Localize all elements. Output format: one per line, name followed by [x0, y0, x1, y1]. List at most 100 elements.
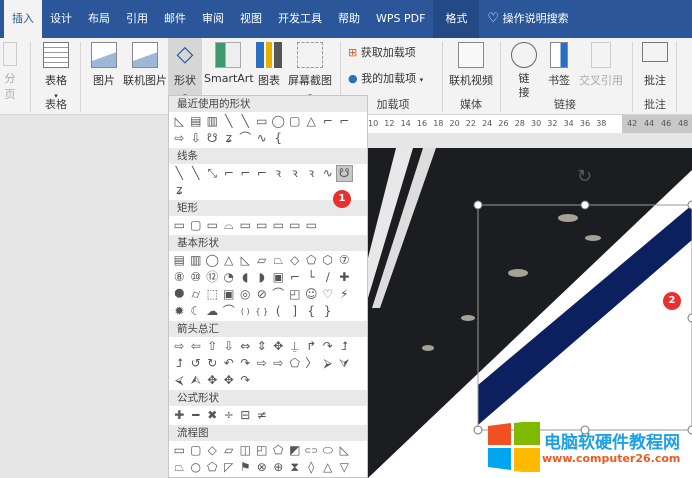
bookmark-button[interactable]: 书签 — [545, 42, 573, 88]
shape-item-icon[interactable]: ⤡ — [204, 165, 221, 182]
shape-item-icon[interactable]: ⮥ — [336, 338, 353, 355]
shape-item-icon[interactable]: ☁ — [204, 303, 221, 320]
shape-item-icon[interactable]: ▥ — [188, 252, 205, 269]
shape-item-icon[interactable]: ⇨ — [171, 338, 188, 355]
tab-wps-pdf[interactable]: WPS PDF — [368, 0, 433, 38]
shape-item-icon[interactable]: ▭ — [270, 217, 287, 234]
tab-review[interactable]: 审阅 — [194, 0, 232, 38]
shape-item-icon[interactable]: ▭ — [204, 217, 221, 234]
tab-design[interactable]: 设计 — [42, 0, 80, 38]
shape-item-icon[interactable]: ⬠ — [270, 442, 287, 459]
cross-reference-button[interactable]: 交叉引用 — [578, 42, 624, 88]
online-video-button[interactable]: 联机视频 — [448, 42, 494, 88]
shape-item-icon[interactable]: ( ) — [237, 303, 254, 320]
shape-item-icon[interactable]: ⑩ — [188, 269, 205, 286]
shape-item-icon[interactable]: ▢ — [188, 217, 205, 234]
shape-item-icon[interactable]: ▽ — [336, 459, 353, 476]
shape-item-icon[interactable]: ∿ — [320, 165, 337, 182]
shape-item-icon[interactable]: △ — [221, 252, 238, 269]
shape-item-icon[interactable]: ✥ — [270, 338, 287, 355]
shape-item-icon[interactable]: ✹ — [171, 303, 188, 320]
shape-item-icon[interactable]: ◖ — [237, 269, 254, 286]
shape-item-icon[interactable]: ⮘ — [171, 372, 188, 389]
shape-item-icon[interactable]: ◫ — [237, 442, 254, 459]
shape-item-icon[interactable]: { — [303, 303, 320, 320]
shape-item-icon[interactable]: ↶ — [221, 355, 238, 372]
shape-item-icon[interactable]: ◺ — [336, 442, 353, 459]
shape-item-icon[interactable]: ✚ — [171, 407, 188, 424]
comment-button[interactable]: 批注 — [640, 42, 670, 88]
shape-item-icon[interactable]: ╲ — [221, 113, 238, 130]
shape-item-icon[interactable]: ↺ — [188, 355, 205, 372]
shape-item-icon[interactable]: ⇦ — [188, 338, 205, 355]
shape-item-icon[interactable]: ⑧ — [171, 269, 188, 286]
shape-item-icon[interactable]: 〉 — [303, 355, 320, 372]
page-break-button[interactable]: 分页 — [0, 42, 20, 102]
shape-item-icon[interactable]: ⚑ — [237, 459, 254, 476]
shape-item-icon[interactable]: ꝛ — [287, 165, 304, 182]
shape-item-icon[interactable]: ⑫ — [204, 269, 221, 286]
shape-item-icon[interactable]: └ — [303, 269, 320, 286]
tab-mailings[interactable]: 邮件 — [156, 0, 194, 38]
shape-item-icon[interactable]: ☋ — [336, 165, 353, 182]
shape-item-icon[interactable]: ⬠ — [204, 459, 221, 476]
shape-item-icon[interactable]: ʑ — [221, 130, 238, 147]
shape-item-icon[interactable]: ☋ — [204, 130, 221, 147]
shape-item-icon[interactable]: ▣ — [270, 269, 287, 286]
tab-developer[interactable]: 开发工具 — [270, 0, 330, 38]
shape-item-icon[interactable]: ⇕ — [254, 338, 271, 355]
shape-item-icon[interactable]: ◩ — [287, 442, 304, 459]
shape-item-icon[interactable]: ⇨ — [270, 355, 287, 372]
shape-item-icon[interactable]: ⌐ — [237, 165, 254, 182]
shape-item-icon[interactable]: ◗ — [254, 269, 271, 286]
shape-item-icon[interactable]: { — [270, 130, 287, 147]
shape-item-icon[interactable]: ▭ — [171, 217, 188, 234]
shape-item-icon[interactable]: ⇨ — [254, 355, 271, 372]
shape-item-icon[interactable]: ⇩ — [188, 130, 205, 147]
shape-item-icon[interactable]: ▭ — [237, 217, 254, 234]
shapes-button[interactable]: ◇形状▾ — [168, 38, 202, 100]
shape-item-icon[interactable]: ◺ — [171, 113, 188, 130]
shape-item-icon[interactable]: ⮙ — [188, 372, 205, 389]
shape-item-icon[interactable]: ▱ — [221, 442, 238, 459]
shape-item-icon[interactable]: ⊟ — [237, 407, 254, 424]
shape-item-icon[interactable]: ▭ — [254, 217, 271, 234]
shape-item-icon[interactable]: ] — [287, 303, 304, 320]
tab-format[interactable]: 格式 — [433, 0, 480, 38]
shape-item-icon[interactable]: ⍊ — [287, 338, 304, 355]
shape-item-icon[interactable]: ━ — [188, 407, 205, 424]
shape-item-icon[interactable]: ⊕ — [270, 459, 287, 476]
shape-item-icon[interactable]: ⌐ — [336, 113, 353, 130]
online-picture-button[interactable]: 联机图片 — [122, 42, 168, 88]
shape-item-icon[interactable]: ↻ — [204, 355, 221, 372]
smartart-button[interactable]: SmartArt — [204, 42, 254, 85]
shape-item-icon[interactable]: ⯃ — [171, 286, 188, 303]
shape-item-icon[interactable]: ⇩ — [221, 338, 238, 355]
shape-item-icon[interactable]: ▤ — [171, 252, 188, 269]
shape-item-icon[interactable]: ⇔ — [237, 338, 254, 355]
shape-item-icon[interactable]: ╲ — [188, 165, 205, 182]
link-button[interactable]: 链接 — [510, 42, 538, 100]
shape-item-icon[interactable]: ⬡ — [320, 252, 337, 269]
shape-item-icon[interactable]: ⌒ — [237, 130, 254, 147]
shape-item-icon[interactable]: ⌐ — [221, 165, 238, 182]
shape-item-icon[interactable]: ↷ — [320, 338, 337, 355]
tab-references[interactable]: 引用 — [118, 0, 156, 38]
shape-item-icon[interactable]: ♡ — [320, 286, 337, 303]
shape-item-icon[interactable]: ꝛ — [303, 165, 320, 182]
shape-item-icon[interactable]: ▢ — [188, 442, 205, 459]
shape-item-icon[interactable]: ⑦ — [336, 252, 353, 269]
shape-item-icon[interactable]: ◯ — [270, 113, 287, 130]
shape-item-icon[interactable]: ⮥ — [171, 355, 188, 372]
shape-item-icon[interactable]: ☺ — [303, 286, 320, 303]
shape-item-icon[interactable]: ⬚ — [204, 286, 221, 303]
shape-item-icon[interactable]: ( — [270, 303, 287, 320]
picture-button[interactable]: 图片 — [88, 42, 120, 88]
shape-item-icon[interactable]: ⬭ — [320, 442, 337, 459]
my-addins-button[interactable]: ● 我的加载项 ▾ — [348, 70, 423, 86]
shape-item-icon[interactable]: ↷ — [237, 372, 254, 389]
tab-help[interactable]: 帮助 — [330, 0, 368, 38]
tell-me-search[interactable]: ♡ 操作说明搜索 — [479, 0, 576, 38]
shape-item-icon[interactable]: ↱ — [303, 338, 320, 355]
shape-item-icon[interactable]: ✥ — [204, 372, 221, 389]
